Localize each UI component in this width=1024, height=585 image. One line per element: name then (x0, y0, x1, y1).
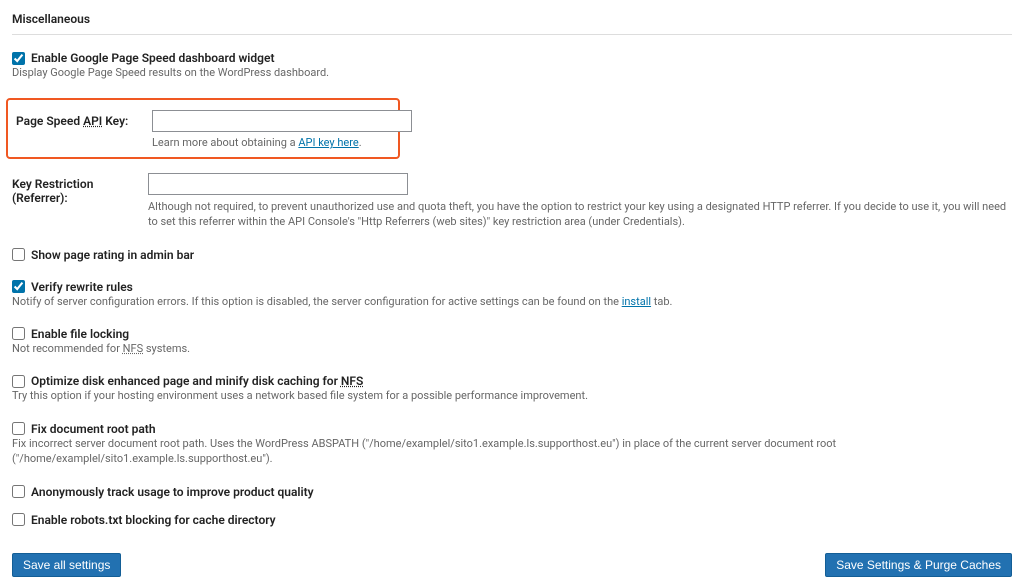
key-restriction-input[interactable] (148, 173, 408, 195)
optimize-disk-checkbox[interactable] (12, 375, 25, 388)
enable-pagespeed-widget-label: Enable Google Page Speed dashboard widge… (31, 51, 275, 65)
verify-rewrite-checkbox[interactable] (12, 280, 25, 293)
key-restriction-label: Key Restriction (Referrer): (12, 173, 148, 205)
fix-document-root-checkbox[interactable] (12, 422, 25, 435)
key-restriction-desc: Although not required, to prevent unauth… (148, 199, 1012, 230)
install-link[interactable]: install (622, 295, 651, 308)
show-page-rating-label: Show page rating in admin bar (31, 248, 194, 262)
fix-document-root-desc: Fix incorrect server document root path.… (12, 436, 1012, 467)
save-settings-purge-caches-button[interactable]: Save Settings & Purge Caches (825, 553, 1012, 577)
enable-file-locking-checkbox[interactable] (12, 327, 25, 340)
enable-pagespeed-widget-desc: Display Google Page Speed results on the… (12, 65, 1012, 80)
optimize-disk-desc: Try this option if your hosting environm… (12, 388, 1012, 403)
save-all-settings-button[interactable]: Save all settings (12, 553, 121, 577)
verify-rewrite-desc: Notify of server configuration errors. I… (12, 294, 1012, 309)
track-usage-label: Anonymously track usage to improve produ… (31, 485, 314, 499)
verify-rewrite-label: Verify rewrite rules (31, 280, 133, 294)
track-usage-checkbox[interactable] (12, 485, 25, 498)
api-key-help-link[interactable]: API key here (298, 136, 358, 149)
fix-document-root-label: Fix document root path (31, 422, 156, 436)
api-key-help: Learn more about obtaining a API key her… (152, 135, 412, 150)
enable-file-locking-desc: Not recommended for NFS systems. (12, 341, 1012, 356)
api-key-label: Page Speed API Key: (16, 110, 152, 128)
api-key-highlight-box: Page Speed API Key: Learn more about obt… (6, 98, 400, 158)
section-title: Miscellaneous (12, 8, 1012, 35)
enable-pagespeed-widget-checkbox[interactable] (12, 52, 25, 65)
optimize-disk-label: Optimize disk enhanced page and minify d… (31, 374, 363, 388)
robots-blocking-checkbox[interactable] (12, 513, 25, 526)
robots-blocking-label: Enable robots.txt blocking for cache dir… (31, 513, 276, 527)
enable-file-locking-label: Enable file locking (31, 327, 129, 341)
api-key-input[interactable] (152, 110, 412, 132)
show-page-rating-checkbox[interactable] (12, 248, 25, 261)
